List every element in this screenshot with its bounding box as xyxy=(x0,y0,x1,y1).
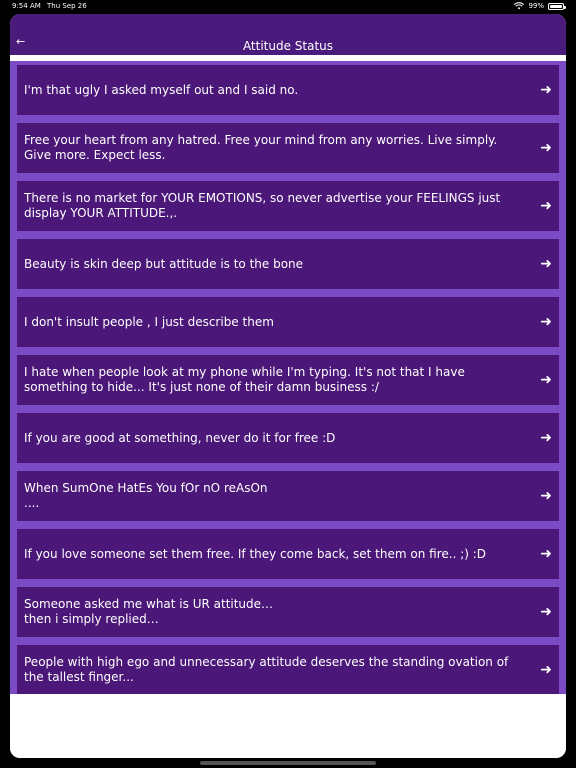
arrow-right-icon: ➜ xyxy=(540,488,552,504)
list-item-text: People with high ego and unnecessary att… xyxy=(24,655,509,684)
battery-icon xyxy=(548,2,566,10)
status-list[interactable]: I'm that ugly I asked myself out and I s… xyxy=(10,61,566,694)
arrow-right-icon: ➜ xyxy=(540,430,552,446)
list-item[interactable]: When SumOne HatEs You fOr nO reAsOn ....… xyxy=(17,471,559,521)
list-item[interactable]: I don't insult people , I just describe … xyxy=(17,297,559,347)
arrow-right-icon: ➜ xyxy=(540,662,552,678)
list-item-text: If you are good at something, never do i… xyxy=(24,430,336,445)
arrow-right-icon: ➜ xyxy=(540,256,552,272)
list-item-text: I don't insult people , I just describe … xyxy=(24,314,274,329)
battery-percent: 99% xyxy=(528,2,544,10)
arrow-right-icon: ➜ xyxy=(540,198,552,214)
wifi-icon xyxy=(514,2,525,10)
app-window: ← Attitude Status I'm that ugly I asked … xyxy=(10,14,566,758)
list-item-text: Someone asked me what is UR attitude… th… xyxy=(24,597,274,626)
page-title: Attitude Status xyxy=(242,39,334,53)
arrow-right-icon: ➜ xyxy=(540,372,552,388)
status-time: 9:54 AM xyxy=(12,2,41,10)
list-item[interactable]: I'm that ugly I asked myself out and I s… xyxy=(17,65,559,115)
status-date: Thu Sep 26 xyxy=(47,2,87,10)
list-item-text: Free your heart from any hatred. Free yo… xyxy=(24,133,498,162)
list-item-text: If you love someone set them free. If th… xyxy=(24,546,487,561)
bottom-area xyxy=(10,694,566,758)
navigation-bar: ← Attitude Status xyxy=(10,14,566,58)
list-item[interactable]: Free your heart from any hatred. Free yo… xyxy=(17,123,559,173)
list-item[interactable]: People with high ego and unnecessary att… xyxy=(17,645,559,694)
arrow-right-icon: ➜ xyxy=(540,546,552,562)
nav-divider xyxy=(10,55,566,58)
arrow-right-icon: ➜ xyxy=(540,604,552,620)
list-item[interactable]: If you are good at something, never do i… xyxy=(17,413,559,463)
list-item-text: There is no market for YOUR EMOTIONS, so… xyxy=(24,191,501,220)
list-item-text: Beauty is skin deep but attitude is to t… xyxy=(24,256,304,271)
arrow-right-icon: ➜ xyxy=(540,82,552,98)
list-item-text: When SumOne HatEs You fOr nO reAsOn .... xyxy=(24,481,268,510)
list-item-text: I'm that ugly I asked myself out and I s… xyxy=(24,82,299,97)
status-right: 99% xyxy=(514,0,566,12)
list-item[interactable]: Beauty is skin deep but attitude is to t… xyxy=(17,239,559,289)
status-bar: 9:54 AM Thu Sep 26 99% xyxy=(0,0,576,12)
arrow-right-icon: ➜ xyxy=(540,140,552,156)
home-indicator[interactable] xyxy=(200,761,376,765)
list-item[interactable]: Someone asked me what is UR attitude… th… xyxy=(17,587,559,637)
list-item[interactable]: There is no market for YOUR EMOTIONS, so… xyxy=(17,181,559,231)
list-item[interactable]: I hate when people look at my phone whil… xyxy=(17,355,559,405)
list-item[interactable]: If you love someone set them free. If th… xyxy=(17,529,559,579)
arrow-right-icon: ➜ xyxy=(540,314,552,330)
list-item-text: I hate when people look at my phone whil… xyxy=(24,365,465,394)
